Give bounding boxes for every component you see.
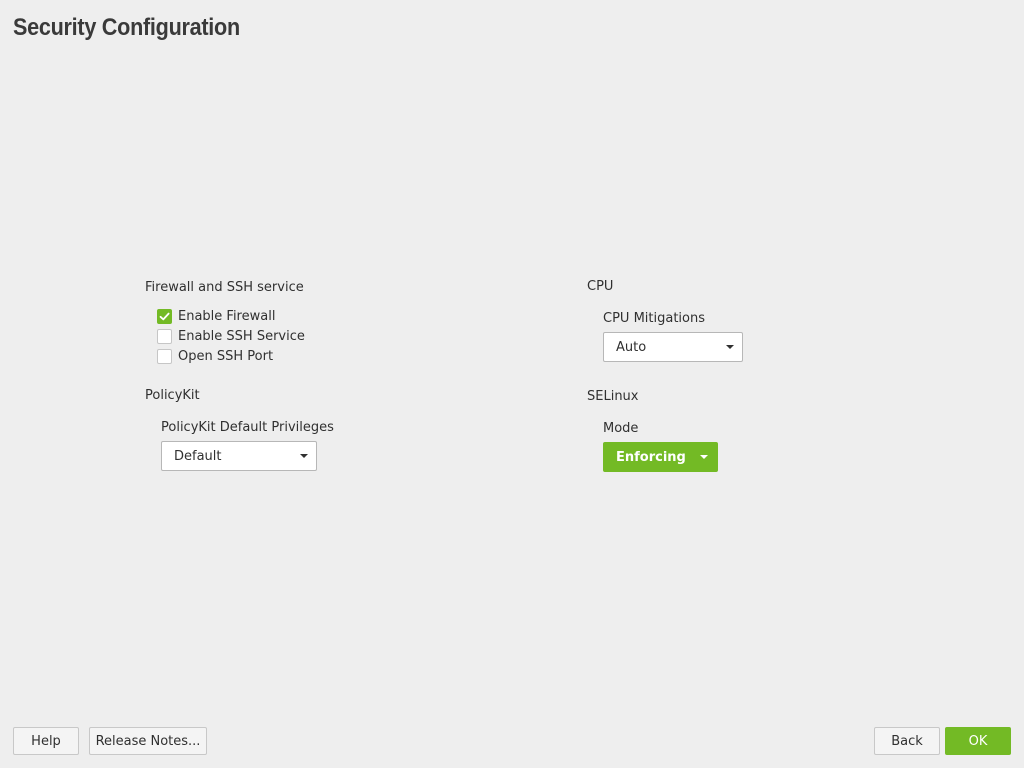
checkbox-unchecked-icon[interactable] xyxy=(157,328,172,344)
firewall-group-title: Firewall and SSH service xyxy=(145,280,304,295)
page-title: Security Configuration xyxy=(13,14,240,41)
security-configuration-page: Security Configuration Firewall and SSH … xyxy=(0,0,1024,768)
back-button-label: Back xyxy=(891,733,923,749)
release-notes-button[interactable]: Release Notes... xyxy=(89,727,207,755)
open-ssh-port-checkbox[interactable]: Open SSH Port xyxy=(157,347,273,365)
help-button-label: Help xyxy=(31,733,61,749)
policykit-group-title: PolicyKit xyxy=(145,388,200,403)
checkbox-unchecked-icon[interactable] xyxy=(157,348,172,364)
back-button[interactable]: Back xyxy=(874,727,940,755)
ok-button[interactable]: OK xyxy=(945,727,1011,755)
selinux-mode-dropdown[interactable]: Enforcing xyxy=(603,442,718,472)
selinux-mode-value: Enforcing xyxy=(616,449,686,465)
policykit-privileges-dropdown[interactable]: Default xyxy=(161,441,317,471)
cpu-group-title: CPU xyxy=(587,279,614,294)
policykit-privileges-label: PolicyKit Default Privileges xyxy=(161,420,334,435)
ok-button-label: OK xyxy=(968,733,988,749)
open-ssh-port-label: Open SSH Port xyxy=(178,348,274,364)
selinux-group-title: SELinux xyxy=(587,389,639,404)
enable-firewall-checkbox[interactable]: Enable Firewall xyxy=(157,307,275,325)
check-icon xyxy=(159,312,170,320)
chevron-down-icon xyxy=(700,455,708,459)
policykit-privileges-value: Default xyxy=(174,448,222,464)
chevron-down-icon xyxy=(300,454,308,458)
enable-firewall-label: Enable Firewall xyxy=(178,308,276,324)
enable-ssh-service-label: Enable SSH Service xyxy=(178,328,305,344)
selinux-mode-label: Mode xyxy=(603,421,639,436)
release-notes-button-label: Release Notes... xyxy=(95,733,201,749)
cpu-mitigations-value: Auto xyxy=(616,339,647,355)
checkbox-checked-icon[interactable] xyxy=(157,308,172,324)
help-button[interactable]: Help xyxy=(13,727,79,755)
cpu-mitigations-label: CPU Mitigations xyxy=(603,311,705,326)
enable-ssh-service-checkbox[interactable]: Enable SSH Service xyxy=(157,327,305,345)
chevron-down-icon xyxy=(726,345,734,349)
cpu-mitigations-dropdown[interactable]: Auto xyxy=(603,332,743,362)
